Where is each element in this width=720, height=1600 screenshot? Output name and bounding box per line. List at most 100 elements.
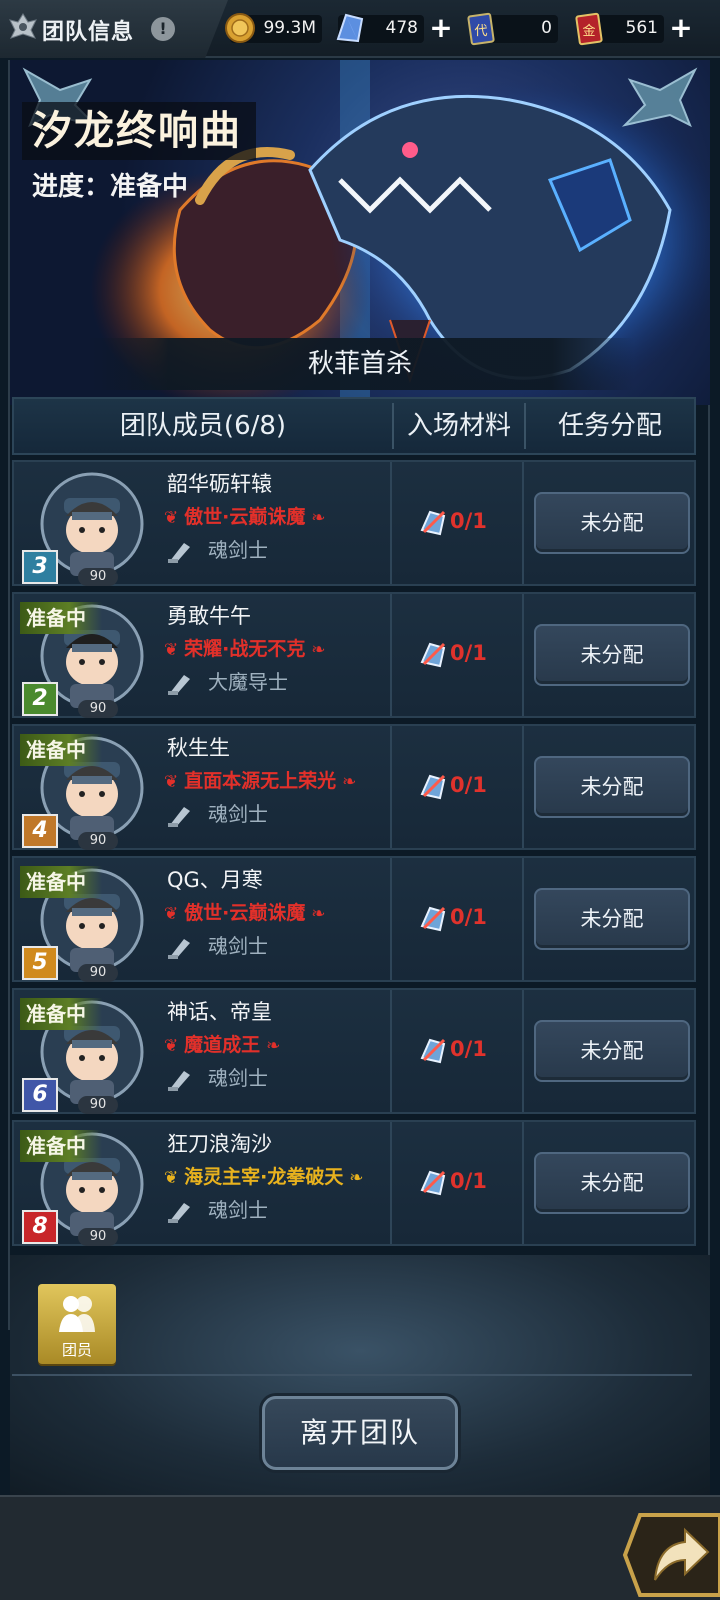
member-row[interactable]: 准备中 4 90 秋生生 ❦ 直面本源无上荣光 ❧ 魂剑士 0/1 未分配 (12, 724, 696, 850)
slot-number-badge: 8 (22, 1210, 58, 1244)
assign-task-button[interactable]: 未分配 (534, 1020, 690, 1082)
header-members: 团队成员(6/8) (119, 411, 287, 441)
title-wing-right-icon: ❧ (336, 772, 357, 792)
column-divider (522, 990, 524, 1112)
member-level: 90 (78, 1228, 118, 1246)
member-avatar[interactable]: 准备中 4 90 (20, 732, 150, 850)
gold-coin-icon (225, 13, 255, 43)
material-icon (420, 774, 446, 800)
title-wing-left-icon: ❦ (164, 640, 185, 660)
raid-name: 汐龙终响曲 (22, 102, 256, 160)
member-class: 魂剑士 (166, 1062, 268, 1093)
member-avatar[interactable]: 准备中 5 90 (20, 864, 150, 982)
material-icon (420, 1038, 446, 1064)
title-wing-left-icon: ❦ (164, 772, 185, 792)
member-class-text: 魂剑士 (208, 934, 268, 958)
member-class: 魂剑士 (166, 1194, 268, 1225)
member-avatar[interactable]: 准备中 2 90 (20, 600, 150, 718)
member-class-text: 魂剑士 (208, 1066, 268, 1090)
slot-number-badge: 4 (22, 814, 58, 848)
slot-number-badge: 6 (22, 1078, 58, 1112)
column-divider (522, 594, 524, 716)
assign-task-button[interactable]: 未分配 (534, 624, 690, 686)
member-class-text: 大魔导士 (208, 670, 288, 694)
class-icon (168, 1070, 190, 1091)
ready-status-tag: 准备中 (20, 602, 102, 634)
blue-ticket-amount: 0 (541, 18, 552, 38)
blue-ticket-icon: 代 (467, 12, 495, 46)
title-wing-right-icon: ❧ (305, 640, 326, 660)
member-row[interactable]: 3 90 韶华砺轩辕 ❦ 傲世·云巅诛魔 ❧ 魂剑士 0/1 未分配 (12, 460, 696, 586)
title-wing-left-icon: ❦ (164, 1036, 185, 1056)
bottom-nav-bar (0, 1495, 720, 1600)
column-divider (522, 726, 524, 848)
member-class: 魂剑士 (166, 534, 268, 565)
column-divider (390, 726, 392, 848)
member-row[interactable]: 准备中 8 90 狂刀浪淘沙 ❦ 海灵主宰·龙拳破天 ❧ 魂剑士 0/1 未分配 (12, 1120, 696, 1246)
title-wing-right-icon: ❧ (260, 1036, 281, 1056)
column-divider (390, 990, 392, 1112)
slot-number-badge: 2 (22, 682, 58, 716)
assign-task-button[interactable]: 未分配 (534, 888, 690, 950)
class-icon (168, 542, 190, 563)
assign-task-button[interactable]: 未分配 (534, 1152, 690, 1214)
member-class: 魂剑士 (166, 798, 268, 829)
title-wing-right-icon: ❧ (343, 1168, 364, 1188)
title-wing-left-icon: ❦ (164, 508, 185, 528)
ready-status-tag: 准备中 (20, 734, 102, 766)
member-title: ❦ 荣耀·战无不克 ❧ (164, 634, 326, 661)
material-count: 0/1 (450, 1037, 487, 1061)
member-class-text: 魂剑士 (208, 1198, 268, 1222)
column-divider (390, 858, 392, 980)
entry-material: 0/1 (418, 1034, 487, 1066)
add-crystal-button[interactable]: + (428, 14, 454, 42)
assign-task-button[interactable]: 未分配 (534, 492, 690, 554)
member-row[interactable]: 准备中 5 90 QG、月寒 ❦ 傲世·云巅诛魔 ❧ 魂剑士 0/1 未分配 (12, 856, 696, 982)
share-arrow-icon[interactable] (620, 1500, 720, 1600)
class-icon (168, 938, 190, 959)
class-icon (168, 806, 190, 827)
member-name: 勇敢牛午 (167, 604, 251, 628)
slot-number-badge: 3 (22, 550, 58, 584)
header-materials: 入场材料 (406, 411, 511, 441)
material-icon (420, 906, 446, 932)
column-divider (390, 1122, 392, 1244)
entry-material: 0/1 (418, 902, 487, 934)
red-ticket-amount: 561 (625, 18, 658, 38)
add-red-ticket-button[interactable]: + (668, 14, 694, 42)
leave-team-button[interactable]: 离开团队 (262, 1396, 458, 1470)
ready-status-tag: 准备中 (20, 998, 102, 1030)
member-level: 90 (78, 700, 118, 718)
member-level: 90 (78, 964, 118, 982)
member-title: ❦ 魔道成王 ❧ (164, 1030, 280, 1057)
member-name: 神话、帝皇 (167, 1000, 272, 1024)
member-table-header: 团队成员(6/8) 入场材料 任务分配 (12, 397, 696, 455)
member-avatar[interactable]: 3 90 (20, 468, 150, 586)
assign-task-button[interactable]: 未分配 (534, 756, 690, 818)
crystal-amount: 478 (385, 18, 418, 38)
material-count: 0/1 (450, 773, 487, 797)
member-title: ❦ 傲世·云巅诛魔 ❧ (164, 502, 326, 529)
material-count: 0/1 (450, 509, 487, 533)
svg-text:金: 金 (582, 23, 595, 39)
member-avatar[interactable]: 准备中 8 90 (20, 1128, 150, 1246)
member-name: 韶华砺轩辕 (167, 472, 272, 496)
team-emblem-icon (9, 13, 37, 39)
members-button-label: 团员 (61, 1341, 92, 1359)
members-button[interactable]: 团员 (38, 1284, 116, 1364)
material-count: 0/1 (450, 905, 487, 929)
member-name: 狂刀浪淘沙 (167, 1132, 272, 1156)
info-icon[interactable]: ! (151, 17, 175, 41)
blue-ticket-resource: 代 0 (467, 12, 558, 46)
title-wing-right-icon: ❧ (305, 508, 326, 528)
column-divider (522, 1122, 524, 1244)
member-name: QG、月寒 (167, 868, 263, 892)
raid-progress: 进度：准备中 (32, 172, 189, 202)
member-avatar[interactable]: 准备中 6 90 (20, 996, 150, 1114)
red-ticket-icon: 金 (575, 12, 603, 46)
member-row[interactable]: 准备中 6 90 神话、帝皇 ❦ 魔道成王 ❧ 魂剑士 0/1 未分配 (12, 988, 696, 1114)
title-wing-left-icon: ❦ (164, 1168, 185, 1188)
member-class: 魂剑士 (166, 930, 268, 961)
member-row[interactable]: 准备中 2 90 勇敢牛午 ❦ 荣耀·战无不克 ❧ 大魔导士 0/1 未分配 (12, 592, 696, 718)
title-wing-right-icon: ❧ (305, 904, 326, 924)
